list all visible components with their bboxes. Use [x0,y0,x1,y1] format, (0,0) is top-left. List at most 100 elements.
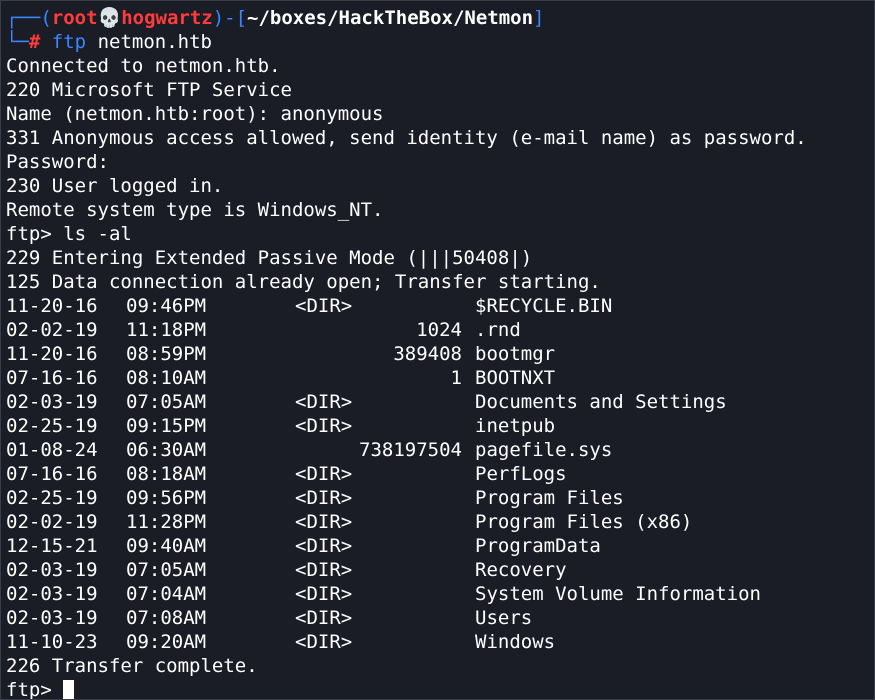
listing-row: 07-16-16 08:18AM <DIR> PerfLogs [6,462,874,486]
directory-listing: 11-20-16 09:46PM <DIR> $RECYCLE.BIN 02-02-19… [6,294,874,654]
text-cursor [63,680,75,699]
listing-dir-marker: <DIR> [295,583,353,605]
listing-name: inetpub [475,415,556,437]
listing-dir-marker: <DIR> [295,463,353,485]
skull-icon: 💀 [97,7,122,29]
listing-date: 02-02-19 [6,511,98,533]
listing-time: 06:30AM [126,439,207,461]
listing-date: 07-16-16 [6,463,98,485]
listing-time: 08:59PM [126,343,207,365]
listing-name: Program Files (x86) [475,511,693,533]
listing-date: 02-03-19 [6,391,98,413]
listing-row: 02-25-19 09:15PM <DIR> inetpub [6,414,874,438]
session-output: Connected to netmon.htb. 220 Microsoft FT… [6,54,874,294]
listing-dir-marker: <DIR> [295,295,353,317]
listing-date: 02-03-19 [6,559,98,581]
output-line: Remote system type is Windows_NT. [6,199,384,221]
listing-date: 02-25-19 [6,415,98,437]
listing-name: ProgramData [475,535,601,557]
listing-time: 07:08AM [126,607,207,629]
listing-time: 08:18AM [126,463,207,485]
listing-row: 11-20-16 08:59PM 389408 bootmgr [6,342,874,366]
output-line: 331 Anonymous access allowed, send ident… [6,127,807,149]
listing-date: 02-03-19 [6,583,98,605]
listing-row: 02-03-19 07:08AM <DIR> Users [6,606,874,630]
prompt-hash: # [28,31,41,53]
listing-size: 738197504 [359,439,462,461]
listing-name: Program Files [475,487,624,509]
listing-time: 11:18PM [126,319,207,341]
output-line: Connected to netmon.htb. [6,55,281,77]
listing-dir-marker: <DIR> [295,487,353,509]
listing-time: 07:05AM [126,559,207,581]
listing-date: 01-08-24 [6,439,98,461]
listing-row: 11-10-23 09:20AM <DIR> Windows [6,630,874,654]
listing-row: 12-15-21 09:40AM <DIR> ProgramData [6,534,874,558]
listing-name: .rnd [475,319,521,341]
listing-dir-marker: <DIR> [295,631,353,653]
command-line: └─# ftp netmon.htb [6,30,874,54]
ftp-input-line[interactable]: ftp> [6,678,874,700]
listing-time: 09:40AM [126,535,207,557]
listing-date: 12-15-21 [6,535,98,557]
listing-size: 389408 [393,343,462,365]
listing-name: $RECYCLE.BIN [475,295,613,317]
listing-time: 08:10AM [126,367,207,389]
prompt-second-prefix: └─ [6,31,29,53]
listing-time: 09:46PM [126,295,207,317]
listing-dir-marker: <DIR> [295,511,353,533]
listing-name: Users [475,607,533,629]
output-line: 220 Microsoft FTP Service [6,79,292,101]
listing-dir-marker: <DIR> [295,607,353,629]
listing-name: Documents and Settings [475,391,727,413]
prompt-line: ┌──(root💀hogwartz)-[~/boxes/HackTheBox/N… [6,6,874,30]
output-line: 229 Entering Extended Passive Mode (|||5… [6,247,533,269]
prompt-path: ~/boxes/HackTheBox/Netmon [247,7,534,29]
listing-name: bootmgr [475,343,556,365]
listing-row: 02-25-19 09:56PM <DIR> Program Files [6,486,874,510]
listing-name: pagefile.sys [475,439,613,461]
output-line: Name (netmon.htb:root): anonymous [6,103,384,125]
listing-row: 07-16-16 08:10AM 1 BOOTNXT [6,366,874,390]
listing-row: 02-03-19 07:05AM <DIR> Recovery [6,558,874,582]
listing-row: 02-02-19 11:28PM <DIR> Program Files (x86) [6,510,874,534]
listing-size: 1024 [416,319,462,341]
listing-dir-marker: <DIR> [295,415,353,437]
command-argument: netmon.htb [86,31,212,53]
listing-row: 02-03-19 07:05AM <DIR> Documents and Settin… [6,390,874,414]
transfer-complete-line: 226 Transfer complete. [6,655,258,677]
listing-name: System Volume Information [475,583,761,605]
output-line: Password: [6,151,109,173]
listing-date: 11-10-23 [6,631,98,653]
prompt-user: root [51,7,98,29]
prompt-open-bracket: ┌──( [6,7,52,29]
listing-time: 09:20AM [126,631,207,653]
listing-dir-marker: <DIR> [295,535,353,557]
listing-row: 01-08-24 06:30AM 738197504 pagefile.sys [6,438,874,462]
listing-name: PerfLogs [475,463,567,485]
command-name: ftp [51,31,87,53]
listing-time: 09:56PM [126,487,207,509]
listing-dir-marker: <DIR> [295,559,353,581]
listing-date: 11-20-16 [6,343,98,365]
output-line: 230 User logged in. [6,175,224,197]
listing-name: Recovery [475,559,567,581]
listing-date: 02-02-19 [6,319,98,341]
listing-row: 11-20-16 09:46PM <DIR> $RECYCLE.BIN [6,294,874,318]
listing-dir-marker: <DIR> [295,391,353,413]
listing-time: 07:05AM [126,391,207,413]
listing-name: BOOTNXT [475,367,556,389]
listing-time: 07:04AM [126,583,207,605]
listing-name: Windows [475,631,556,653]
output-line: ftp> ls -al [6,223,132,245]
terminal-window[interactable]: ┌──(root💀hogwartz)-[~/boxes/HackTheBox/N… [0,0,875,700]
listing-size: 1 [450,367,462,389]
prompt-close-bracket: ] [533,7,545,29]
output-line: 125 Data connection already open; Transf… [6,271,601,293]
ftp-prompt: ftp> [6,679,64,700]
listing-date: 02-25-19 [6,487,98,509]
listing-time: 11:28PM [126,511,207,533]
listing-date: 11-20-16 [6,295,98,317]
prompt-host: hogwartz [121,7,213,29]
listing-date: 02-03-19 [6,607,98,629]
